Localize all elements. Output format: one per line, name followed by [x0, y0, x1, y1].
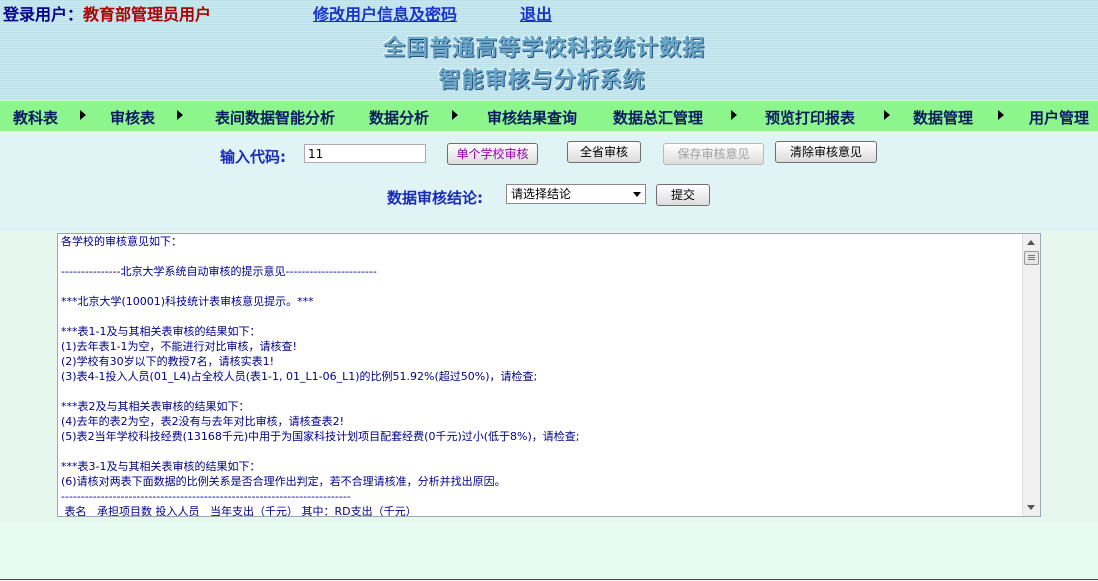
system-title-line1: 全国普通高等学校科技统计数据 — [382, 36, 705, 61]
report-line: (5)表2当年学校科技经费(13168千元)中用于为国家科技计划项目配套经费(0… — [61, 430, 580, 443]
single-school-audit-button[interactable]: 单个学校审核 — [447, 143, 538, 165]
header-banner: 登录用户：教育部管理员用户 修改用户信息及密码 退出 全国普通高等学校科技统计数… — [0, 0, 1098, 100]
code-input[interactable] — [304, 144, 426, 163]
nav-item-audit-table[interactable]: 审核表 — [110, 107, 155, 128]
nav-item-inter-table-analysis[interactable]: 表间数据智能分析 — [215, 107, 335, 128]
report-line: 各学校的审核意见如下： — [61, 235, 182, 248]
report-line: ***表2及与其相关表审核的结果如下： — [61, 400, 250, 413]
report-line — [61, 444, 1021, 459]
conclusion-select[interactable]: 请选择结论 — [506, 184, 646, 204]
controls-panel: 输入代码: 单个学校审核 全省审核 保存审核意见 清除审核意见 数据审核结论: … — [0, 131, 1098, 231]
report-line: ---------------北京大学系统自动审核的提示意见----------… — [61, 265, 377, 278]
login-role: 教育部管理员用户 — [83, 5, 212, 24]
footer-divider — [0, 579, 1098, 580]
nav-arrow-icon — [731, 110, 737, 120]
audit-opinion-text: 各学校的审核意见如下： ---------------北京大学系统自动审核的提示… — [61, 234, 1021, 517]
report-line: 表名 承担项目数 投入人员 当年支出（千元） 其中：RD支出（千元） — [61, 505, 417, 517]
report-line: ***表3-1及与其相关表审核的结果如下： — [61, 460, 261, 473]
report-line: (1)去年表1-1为空，不能进行对比审核，请核查! — [61, 340, 297, 353]
nav-arrow-icon — [452, 110, 458, 120]
chevron-down-icon — [633, 192, 641, 197]
scrollbar[interactable] — [1022, 234, 1040, 516]
audit-opinion-textarea[interactable]: 各学校的审核意见如下： ---------------北京大学系统自动审核的提示… — [57, 233, 1041, 517]
conclusion-select-value: 请选择结论 — [511, 187, 572, 201]
report-line — [61, 249, 1021, 264]
scroll-up-icon[interactable] — [1027, 240, 1035, 245]
nav-arrow-icon — [998, 110, 1004, 120]
footer — [0, 523, 1098, 581]
login-info: 登录用户：教育部管理员用户 — [3, 1, 211, 25]
conclusion-label: 数据审核结论: — [387, 189, 483, 207]
report-line — [61, 384, 1021, 399]
report-line: (6)请核对两表下面数据的比例关系是否合理作出判定，若不合理请核准，分析并找出原… — [61, 475, 506, 488]
scroll-thumb[interactable] — [1024, 251, 1039, 265]
logout-link[interactable]: 退出 — [520, 1, 552, 25]
nav-item-audit-results[interactable]: 审核结果查询 — [487, 107, 577, 128]
nav-item-data-summary[interactable]: 数据总汇管理 — [613, 107, 703, 128]
report-line: (3)表4-1投入人员(01_L4)占全校人员(表1-1, 01_L1-06_L… — [61, 370, 538, 383]
scroll-down-icon[interactable] — [1027, 505, 1035, 510]
nav-arrow-icon — [884, 110, 890, 120]
report-line — [61, 309, 1021, 324]
report-line: ***表1-1及与其相关表审核的结果如下： — [61, 325, 261, 338]
save-opinion-button[interactable]: 保存审核意见 — [663, 143, 764, 165]
report-line — [61, 279, 1021, 294]
nav-arrow-icon — [80, 110, 86, 120]
clear-opinion-button[interactable]: 清除审核意见 — [775, 141, 877, 163]
nav-item-jiaoke[interactable]: 教科表 — [13, 107, 58, 128]
code-label: 输入代码: — [220, 148, 286, 166]
nav-item-data-analysis[interactable]: 数据分析 — [369, 107, 429, 128]
submit-button[interactable]: 提交 — [656, 184, 710, 206]
report-line: ----------------------------------------… — [61, 490, 351, 503]
province-audit-button[interactable]: 全省审核 — [567, 141, 641, 163]
main-nav: 教科表 审核表 表间数据智能分析 数据分析 审核结果查询 数据总汇管理 预览打印… — [0, 100, 1098, 132]
report-line: (4)去年的表2为空，表2没有与去年对比审核，请核查表2! — [61, 415, 344, 428]
login-label: 登录用户： — [3, 5, 84, 24]
top-bar: 登录用户：教育部管理员用户 修改用户信息及密码 退出 — [0, 0, 1098, 25]
nav-item-print-preview[interactable]: 预览打印报表 — [765, 107, 855, 128]
system-title-line2: 智能审核与分析系统 — [438, 68, 646, 93]
edit-user-info-link[interactable]: 修改用户信息及密码 — [313, 1, 457, 25]
nav-item-data-management[interactable]: 数据管理 — [913, 107, 973, 128]
nav-arrow-icon — [177, 110, 183, 120]
report-line: ***北京大学(10001)科技统计表审核意见提示。*** — [61, 295, 314, 308]
nav-item-user-management[interactable]: 用户管理 — [1029, 107, 1089, 128]
report-line: (2)学校有30岁以下的教授7名，请核实表1! — [61, 355, 274, 368]
